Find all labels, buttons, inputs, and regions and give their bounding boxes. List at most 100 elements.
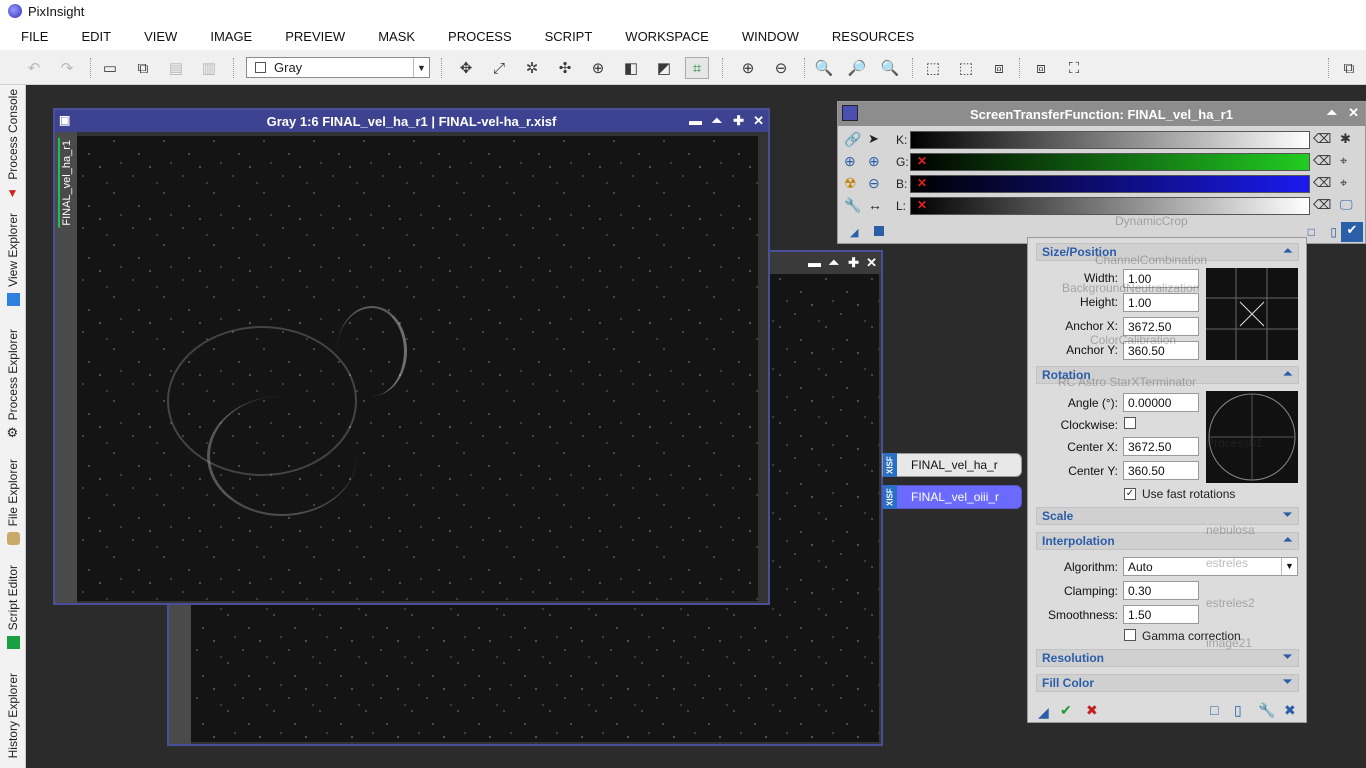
tab-process-console[interactable]: Process Console ▼: [0, 89, 26, 207]
view-id-tab[interactable]: FINAL_vel_ha_r1: [58, 138, 74, 228]
target-g-icon[interactable]: ⌖: [1340, 153, 1347, 169]
menu-resources[interactable]: RESOURCES: [821, 29, 925, 44]
angle-input[interactable]: 0.00000: [1123, 393, 1199, 412]
stf-window[interactable]: ScreenTransferFunction: FINAL_vel_ha_r1 …: [837, 101, 1366, 244]
reset-g-icon[interactable]: ⌫: [1313, 153, 1331, 169]
menu-view[interactable]: VIEW: [133, 29, 188, 44]
menu-process[interactable]: PROCESS: [437, 29, 523, 44]
monitor-icon[interactable]: 🖵: [1340, 197, 1353, 213]
close-icon[interactable]: ✕: [866, 255, 877, 271]
drag-icon[interactable]: ⊕: [586, 57, 610, 79]
zoom-1-1-icon[interactable]: 🔍: [812, 57, 836, 79]
cancel-icon[interactable]: ✖: [1086, 702, 1098, 719]
doc-icon[interactable]: ▯: [1234, 702, 1242, 719]
zoom-to-fit-icon[interactable]: 🔎: [845, 57, 869, 79]
chevron-down-icon[interactable]: ▼: [413, 58, 429, 77]
tab-history-explorer[interactable]: History Explorer: [0, 673, 26, 768]
menu-image[interactable]: IMAGE: [199, 29, 263, 44]
section-fill-color[interactable]: Fill Color ⏷: [1036, 674, 1299, 692]
section-interpolation[interactable]: Interpolation ⏶: [1036, 532, 1299, 550]
menu-window[interactable]: WINDOW: [731, 29, 810, 44]
image-window-ha[interactable]: ▣ Gray 1:6 FINAL_vel_ha_r1 | FINAL-vel-h…: [53, 108, 770, 605]
window-header[interactable]: ▣ Gray 1:6 FINAL_vel_ha_r1 | FINAL-vel-h…: [55, 110, 768, 132]
move-icon[interactable]: ✣: [553, 57, 577, 79]
fit-icon[interactable]: ⤢: [487, 57, 511, 79]
copy-image-icon[interactable]: ▥: [197, 57, 221, 79]
auto-stretch-icon[interactable]: ☢: [844, 175, 857, 192]
pointer-icon[interactable]: ➤: [868, 131, 879, 147]
zoom-in-icon[interactable]: ⊕: [868, 153, 880, 170]
undo-icon[interactable]: ↶: [22, 57, 46, 79]
doc-icon[interactable]: ▯: [1330, 225, 1337, 239]
stf-header[interactable]: ScreenTransferFunction: FINAL_vel_ha_r1 …: [838, 102, 1365, 126]
menu-script[interactable]: SCRIPT: [534, 29, 604, 44]
anchor-selector[interactable]: [1206, 268, 1298, 360]
apply-global-icon[interactable]: [874, 226, 884, 236]
fit-view-icon[interactable]: ⬚: [954, 57, 978, 79]
select-all-icon[interactable]: ⬚: [921, 57, 945, 79]
check-icon[interactable]: ✔: [1341, 222, 1363, 242]
reset-icon[interactable]: ✖: [1284, 702, 1296, 719]
tab-process-explorer[interactable]: Process Explorer ⚙: [0, 329, 26, 451]
maximize-icon[interactable]: ✚: [848, 255, 859, 271]
stf-g-bar[interactable]: ✕: [910, 153, 1310, 171]
center-y-input[interactable]: 360.50: [1123, 461, 1199, 480]
full-screen-icon[interactable]: ⛶: [1062, 57, 1086, 79]
new-instance-icon[interactable]: ◢: [850, 226, 858, 239]
preview-icon[interactable]: □: [1210, 702, 1218, 718]
clamping-input[interactable]: 0.30: [1123, 581, 1199, 600]
window-menu-icon[interactable]: ▣: [59, 113, 70, 127]
shade-icon[interactable]: ⏶: [712, 113, 722, 129]
section-resolution[interactable]: Resolution ⏷: [1036, 649, 1299, 667]
zoom-icon[interactable]: ⊕: [844, 153, 856, 170]
menu-edit[interactable]: EDIT: [70, 29, 122, 44]
menu-preview[interactable]: PREVIEW: [274, 29, 356, 44]
close-icon[interactable]: ✕: [753, 113, 764, 129]
readout-icon[interactable]: ◧: [619, 57, 643, 79]
preview-icon[interactable]: □: [1308, 225, 1315, 239]
new-workspace-icon[interactable]: ⧉: [1337, 57, 1361, 79]
clone-image-icon[interactable]: ⧉: [131, 57, 155, 79]
shade-icon[interactable]: ⏶: [829, 255, 839, 271]
apply-check-icon[interactable]: ✔: [1060, 702, 1072, 719]
maximize-view-icon[interactable]: ⧈: [1029, 57, 1053, 79]
dynamic-crop-icon[interactable]: ⌗: [685, 57, 709, 79]
gamma-checkbox[interactable]: [1124, 629, 1136, 641]
wrench-icon[interactable]: 🔧: [1258, 702, 1275, 719]
zoom-out-icon[interactable]: ⊖: [868, 175, 880, 192]
new-instance-icon[interactable]: ◢: [1038, 704, 1049, 721]
zoom-fit-icon[interactable]: ✲: [520, 57, 544, 79]
window-fit-icon[interactable]: ⧈: [987, 57, 1011, 79]
minimize-icon[interactable]: ▬: [689, 113, 702, 128]
link-channels-icon[interactable]: 🔗: [844, 131, 861, 148]
settings-icon[interactable]: ✱: [1340, 131, 1351, 147]
zoom-optimal-icon[interactable]: 🔍: [878, 57, 902, 79]
chevron-down-icon[interactable]: ▼: [1281, 558, 1297, 575]
stf-k-bar[interactable]: [910, 131, 1310, 149]
shade-icon[interactable]: ⏶: [1327, 105, 1337, 121]
tab-view-explorer[interactable]: View Explorer: [0, 213, 26, 323]
zoom-in-icon[interactable]: ⊕: [736, 57, 760, 79]
target-b-icon[interactable]: ⌖: [1340, 175, 1347, 191]
center-x-input[interactable]: 3672.50: [1123, 437, 1199, 456]
section-scale[interactable]: Scale ⏷: [1036, 507, 1299, 525]
stf-l-bar[interactable]: ✕: [910, 197, 1310, 215]
extract-icon[interactable]: ▤: [164, 57, 188, 79]
new-image-icon[interactable]: ▭: [98, 57, 122, 79]
edit-preview-icon[interactable]: ◩: [652, 57, 676, 79]
maximize-icon[interactable]: ✚: [733, 113, 744, 129]
reset-b-icon[interactable]: ⌫: [1313, 175, 1331, 191]
view-icon-ha[interactable]: XISF FINAL_vel_ha_r: [882, 453, 1022, 477]
clockwise-checkbox[interactable]: [1124, 417, 1136, 429]
smoothness-input[interactable]: 1.50: [1123, 605, 1199, 624]
wrench-icon[interactable]: 🔧: [844, 197, 861, 214]
tab-script-editor[interactable]: Script Editor: [0, 565, 26, 665]
menu-file[interactable]: FILE: [10, 29, 59, 44]
zoom-out-icon[interactable]: ⊖: [769, 57, 793, 79]
ha-image[interactable]: [77, 136, 758, 601]
arrows-icon[interactable]: ↔: [868, 197, 882, 213]
pan-icon[interactable]: ✥: [454, 57, 478, 79]
tab-file-explorer[interactable]: File Explorer: [0, 459, 26, 559]
height-input[interactable]: 1.00: [1123, 293, 1199, 312]
reset-l-icon[interactable]: ⌫: [1313, 197, 1331, 213]
